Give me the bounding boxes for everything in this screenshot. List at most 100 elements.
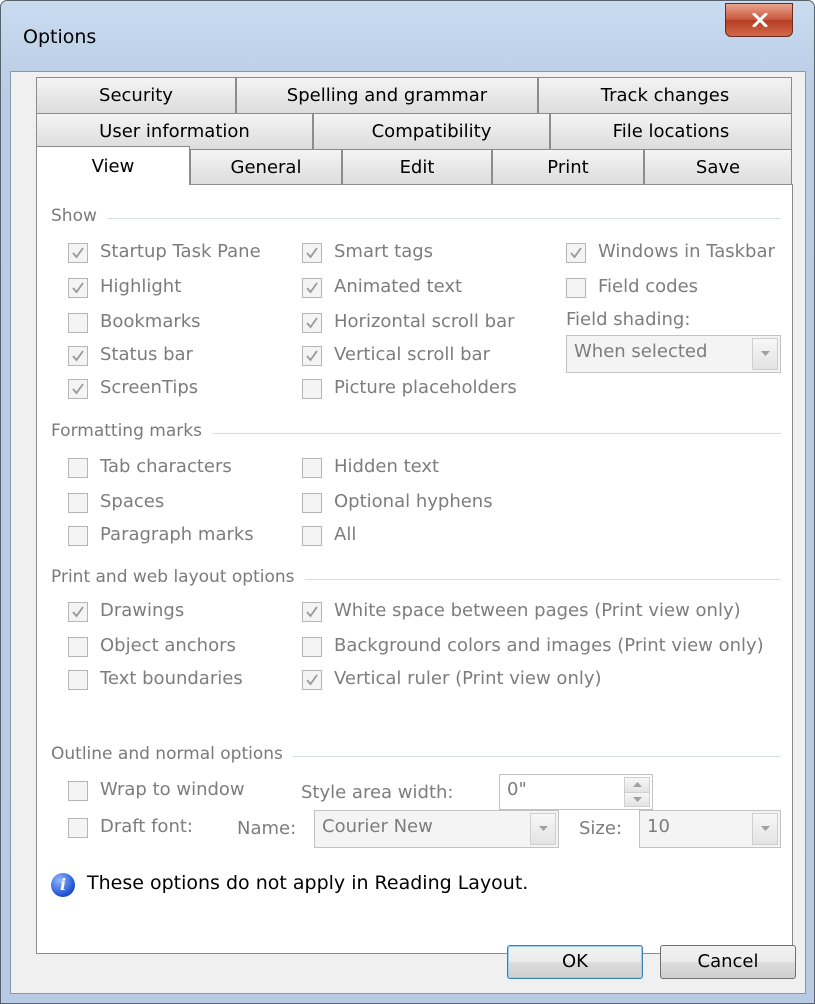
tab-view[interactable]: View: [36, 146, 190, 185]
checkbox-box[interactable]: [566, 278, 586, 298]
check-icon: [72, 350, 84, 362]
close-button[interactable]: [725, 3, 793, 37]
checkbox-label: Text boundaries: [100, 668, 243, 689]
check-icon: [306, 247, 318, 259]
checkbox-label: Vertical scroll bar: [334, 344, 490, 365]
check-icon: [306, 317, 318, 329]
checkbox-box[interactable]: [302, 458, 322, 478]
checkbox-label: Paragraph marks: [100, 524, 254, 545]
tab-general[interactable]: General: [190, 149, 342, 185]
checkbox-box[interactable]: [68, 818, 88, 838]
checkbox-box[interactable]: [68, 313, 88, 333]
chevron-down-icon: [761, 351, 770, 356]
dropdown-arrow[interactable]: [752, 338, 778, 370]
close-icon: [752, 13, 768, 27]
checkbox-label: Object anchors: [100, 635, 236, 656]
cancel-button[interactable]: Cancel: [660, 945, 796, 979]
check-icon: [72, 282, 84, 294]
field-shading-select[interactable]: When selected: [566, 335, 781, 373]
checkbox-label: White space between pages (Print view on…: [334, 600, 741, 621]
checkbox-label: Vertical ruler (Print view only): [334, 668, 602, 689]
font-size-select[interactable]: 10: [639, 810, 781, 848]
checkbox-box[interactable]: [302, 313, 322, 333]
checkbox-box[interactable]: [68, 526, 88, 546]
tab-print[interactable]: Print: [492, 149, 644, 185]
checkbox-label: Draft font:: [100, 816, 193, 837]
checkbox-box[interactable]: [68, 346, 88, 366]
checkbox-box[interactable]: [302, 493, 322, 513]
check-icon: [306, 606, 318, 618]
spin-up-button[interactable]: [624, 777, 650, 792]
field-shading-value: When selected: [574, 341, 708, 362]
checkbox-box[interactable]: [68, 278, 88, 298]
tab-file-locations[interactable]: File locations: [550, 113, 792, 149]
check-icon: [570, 247, 582, 259]
tab-spelling-and-grammar[interactable]: Spelling and grammar: [236, 77, 538, 113]
info-icon: i: [51, 873, 75, 897]
checkbox-label: Windows in Taskbar: [598, 241, 775, 262]
check-icon: [72, 383, 84, 395]
tab-compatibility[interactable]: Compatibility: [313, 113, 550, 149]
dropdown-arrow[interactable]: [752, 813, 778, 845]
checkbox-box[interactable]: [68, 637, 88, 657]
checkbox-box[interactable]: [68, 602, 88, 622]
checkbox-box[interactable]: [68, 493, 88, 513]
font-name-label: Name:: [237, 818, 297, 839]
checkbox-label: Field codes: [598, 276, 699, 297]
checkbox-label: Optional hyphens: [334, 491, 493, 512]
checkbox-label: Tab characters: [100, 456, 232, 477]
checkbox-label: ScreenTips: [100, 377, 199, 398]
checkbox-box[interactable]: [566, 243, 586, 263]
options-dialog: Options Security Spelling and grammar Tr…: [0, 0, 815, 1004]
checkbox-box[interactable]: [302, 379, 322, 399]
checkbox-box[interactable]: [302, 526, 322, 546]
checkbox-label: Hidden text: [334, 456, 440, 477]
font-name-select[interactable]: Courier New: [314, 810, 559, 848]
spin-down-button[interactable]: [624, 792, 650, 807]
chevron-down-icon: [761, 826, 770, 831]
checkbox-label: Status bar: [100, 344, 193, 365]
checkbox-label: Smart tags: [334, 241, 434, 262]
window-title: Options: [23, 26, 97, 48]
checkbox-box[interactable]: [302, 637, 322, 657]
check-icon: [72, 606, 84, 618]
checkbox-label: Animated text: [334, 276, 463, 297]
tab-edit[interactable]: Edit: [342, 149, 492, 185]
chevron-up-icon: [633, 782, 642, 787]
checkbox-label: Startup Task Pane: [100, 241, 261, 262]
checkbox-box[interactable]: [68, 243, 88, 263]
show-group-divider: [51, 218, 781, 219]
checkbox-box[interactable]: [302, 243, 322, 263]
formatting-group-label: Formatting marks: [51, 421, 212, 441]
checkbox-label: Background colors and images (Print view…: [334, 635, 764, 656]
font-size-label: Size:: [579, 818, 623, 839]
checkbox-box[interactable]: [302, 278, 322, 298]
dialog-client-area: Security Spelling and grammar Track chan…: [10, 71, 806, 994]
checkbox-label: Bookmarks: [100, 311, 201, 332]
title-bar: Options: [1, 1, 814, 71]
checkbox-label: Picture placeholders: [334, 377, 517, 398]
tab-save[interactable]: Save: [644, 149, 792, 185]
style-area-width-value: 0": [507, 779, 527, 800]
checkbox-box[interactable]: [68, 670, 88, 690]
info-text: These options do not apply in Reading La…: [87, 872, 529, 894]
font-name-value: Courier New: [322, 816, 433, 837]
tab-user-information[interactable]: User information: [36, 113, 313, 149]
checkbox-box[interactable]: [302, 602, 322, 622]
checkbox-label: Horizontal scroll bar: [334, 311, 515, 332]
checkbox-box[interactable]: [302, 346, 322, 366]
tab-security[interactable]: Security: [36, 77, 236, 113]
ok-button[interactable]: OK: [507, 945, 643, 979]
checkbox-box[interactable]: [68, 458, 88, 478]
checkbox-box[interactable]: [68, 379, 88, 399]
checkbox-box[interactable]: [68, 781, 88, 801]
checkbox-label: Drawings: [100, 600, 185, 621]
check-icon: [306, 350, 318, 362]
style-area-width-spinner[interactable]: 0": [499, 774, 653, 810]
checkbox-box[interactable]: [302, 670, 322, 690]
check-icon: [72, 247, 84, 259]
dropdown-arrow[interactable]: [530, 813, 556, 845]
check-icon: [306, 674, 318, 686]
printweb-group-label: Print and web layout options: [51, 567, 305, 587]
tab-track-changes[interactable]: Track changes: [538, 77, 792, 113]
